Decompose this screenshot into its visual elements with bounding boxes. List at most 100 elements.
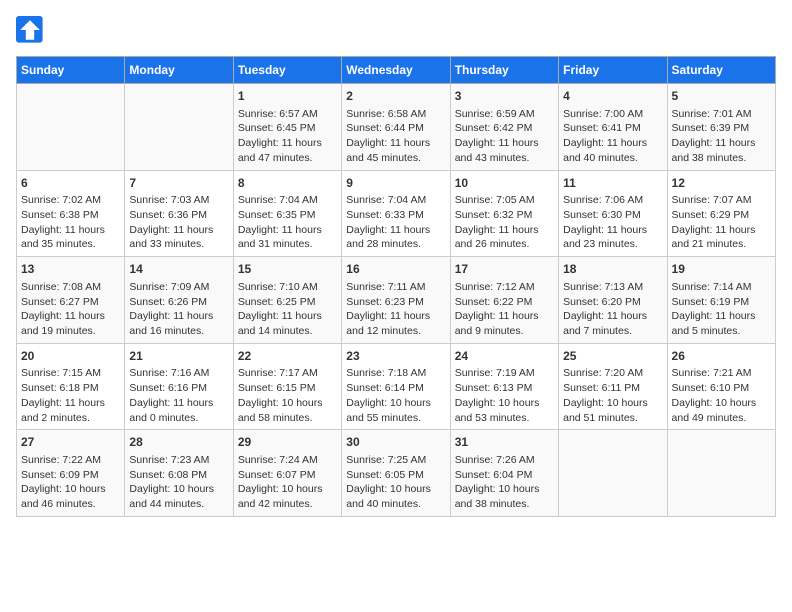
day-number: 28: [129, 434, 228, 451]
day-number: 19: [672, 261, 771, 278]
day-info: Sunrise: 6:59 AM Sunset: 6:42 PM Dayligh…: [455, 107, 554, 166]
day-info: Sunrise: 7:03 AM Sunset: 6:36 PM Dayligh…: [129, 193, 228, 252]
day-info: Sunrise: 7:06 AM Sunset: 6:30 PM Dayligh…: [563, 193, 662, 252]
calendar-cell: 16 Sunrise: 7:11 AM Sunset: 6:23 PM Dayli…: [342, 257, 450, 344]
day-number: 21: [129, 348, 228, 365]
day-number: 22: [238, 348, 337, 365]
day-number: 12: [672, 175, 771, 192]
week-row-4: 20Sunrise: 7:15 AM Sunset: 6:18 PM Dayli…: [17, 343, 776, 430]
day-number: 7: [129, 175, 228, 192]
calendar-cell: 9Sunrise: 7:04 AM Sunset: 6:33 PM Daylig…: [342, 170, 450, 257]
day-info: Sunrise: 7:14 AM Sunset: 6:19 PM Dayligh…: [672, 280, 771, 339]
day-info: Sunrise: 7:17 AM Sunset: 6:15 PM Dayligh…: [238, 366, 337, 425]
day-number: 23: [346, 348, 445, 365]
day-info: Sunrise: 6:58 AM Sunset: 6:44 PM Dayligh…: [346, 107, 445, 166]
calendar-cell: 17 Sunrise: 7:12 AM Sunset: 6:22 PM Dayli…: [450, 257, 558, 344]
calendar-cell: 27 Sunrise: 7:22 AM Sunset: 6:09 PM Dayli…: [17, 430, 125, 517]
calendar-cell: 13 Sunrise: 7:08 AM Sunset: 6:27 PM Dayli…: [17, 257, 125, 344]
day-info: Sunrise: 7:12 AM Sunset: 6:22 PM Dayligh…: [455, 280, 554, 339]
col-header-wednesday: Wednesday: [342, 57, 450, 84]
day-info: Sunrise: 7:15 AM Sunset: 6:18 PM Dayligh…: [21, 366, 120, 425]
day-number: 10: [455, 175, 554, 192]
col-header-friday: Friday: [559, 57, 667, 84]
day-number: 26: [672, 348, 771, 365]
calendar-cell: 19 Sunrise: 7:14 AM Sunset: 6:19 PM Dayli…: [667, 257, 775, 344]
day-number: 18: [563, 261, 662, 278]
calendar-cell: 29 Sunrise: 7:24 AM Sunset: 6:07 PM Dayli…: [233, 430, 341, 517]
day-number: 13: [21, 261, 120, 278]
calendar-cell: [17, 84, 125, 171]
day-number: 11: [563, 175, 662, 192]
day-number: 31: [455, 434, 554, 451]
header-row: SundayMondayTuesdayWednesdayThursdayFrid…: [17, 57, 776, 84]
calendar-cell: 31 Sunrise: 7:26 AM Sunset: 6:04 PM Dayli…: [450, 430, 558, 517]
day-info: Sunrise: 7:04 AM Sunset: 6:33 PM Dayligh…: [346, 193, 445, 252]
logo-icon: [16, 16, 44, 44]
day-info: Sunrise: 7:00 AM Sunset: 6:41 PM Dayligh…: [563, 107, 662, 166]
day-info: Sunrise: 7:23 AM Sunset: 6:08 PM Dayligh…: [129, 453, 228, 512]
day-number: 1: [238, 88, 337, 105]
day-info: Sunrise: 7:26 AM Sunset: 6:04 PM Dayligh…: [455, 453, 554, 512]
day-number: 15: [238, 261, 337, 278]
col-header-saturday: Saturday: [667, 57, 775, 84]
day-info: Sunrise: 7:07 AM Sunset: 6:29 PM Dayligh…: [672, 193, 771, 252]
calendar-cell: 12Sunrise: 7:07 AM Sunset: 6:29 PM Dayli…: [667, 170, 775, 257]
day-info: Sunrise: 7:02 AM Sunset: 6:38 PM Dayligh…: [21, 193, 120, 252]
col-header-tuesday: Tuesday: [233, 57, 341, 84]
day-info: Sunrise: 7:19 AM Sunset: 6:13 PM Dayligh…: [455, 366, 554, 425]
day-info: Sunrise: 7:09 AM Sunset: 6:26 PM Dayligh…: [129, 280, 228, 339]
calendar-cell: [667, 430, 775, 517]
day-info: Sunrise: 7:13 AM Sunset: 6:20 PM Dayligh…: [563, 280, 662, 339]
day-info: Sunrise: 7:10 AM Sunset: 6:25 PM Dayligh…: [238, 280, 337, 339]
calendar-cell: 11Sunrise: 7:06 AM Sunset: 6:30 PM Dayli…: [559, 170, 667, 257]
day-number: 4: [563, 88, 662, 105]
day-info: Sunrise: 7:22 AM Sunset: 6:09 PM Dayligh…: [21, 453, 120, 512]
calendar-cell: 18 Sunrise: 7:13 AM Sunset: 6:20 PM Dayli…: [559, 257, 667, 344]
day-info: Sunrise: 7:24 AM Sunset: 6:07 PM Dayligh…: [238, 453, 337, 512]
day-number: 27: [21, 434, 120, 451]
day-number: 2: [346, 88, 445, 105]
day-info: Sunrise: 7:05 AM Sunset: 6:32 PM Dayligh…: [455, 193, 554, 252]
calendar-cell: 15 Sunrise: 7:10 AM Sunset: 6:25 PM Dayli…: [233, 257, 341, 344]
day-number: 25: [563, 348, 662, 365]
day-number: 30: [346, 434, 445, 451]
day-info: Sunrise: 7:16 AM Sunset: 6:16 PM Dayligh…: [129, 366, 228, 425]
calendar-cell: 28 Sunrise: 7:23 AM Sunset: 6:08 PM Dayli…: [125, 430, 233, 517]
calendar-cell: 7Sunrise: 7:03 AM Sunset: 6:36 PM Daylig…: [125, 170, 233, 257]
calendar-cell: 10Sunrise: 7:05 AM Sunset: 6:32 PM Dayli…: [450, 170, 558, 257]
day-info: Sunrise: 7:11 AM Sunset: 6:23 PM Dayligh…: [346, 280, 445, 339]
day-number: 3: [455, 88, 554, 105]
page-header: [16, 16, 776, 44]
calendar-cell: 3 Sunrise: 6:59 AM Sunset: 6:42 PM Daylig…: [450, 84, 558, 171]
day-info: Sunrise: 7:20 AM Sunset: 6:11 PM Dayligh…: [563, 366, 662, 425]
calendar-cell: 1Sunrise: 6:57 AM Sunset: 6:45 PM Daylig…: [233, 84, 341, 171]
week-row-1: 1Sunrise: 6:57 AM Sunset: 6:45 PM Daylig…: [17, 84, 776, 171]
day-info: Sunrise: 7:04 AM Sunset: 6:35 PM Dayligh…: [238, 193, 337, 252]
day-info: Sunrise: 7:18 AM Sunset: 6:14 PM Dayligh…: [346, 366, 445, 425]
day-number: 17: [455, 261, 554, 278]
calendar-cell: 25Sunrise: 7:20 AM Sunset: 6:11 PM Dayli…: [559, 343, 667, 430]
day-info: Sunrise: 7:08 AM Sunset: 6:27 PM Dayligh…: [21, 280, 120, 339]
calendar-cell: 23Sunrise: 7:18 AM Sunset: 6:14 PM Dayli…: [342, 343, 450, 430]
day-number: 9: [346, 175, 445, 192]
day-number: 8: [238, 175, 337, 192]
day-info: Sunrise: 7:25 AM Sunset: 6:05 PM Dayligh…: [346, 453, 445, 512]
day-number: 6: [21, 175, 120, 192]
col-header-monday: Monday: [125, 57, 233, 84]
calendar-table: SundayMondayTuesdayWednesdayThursdayFrid…: [16, 56, 776, 517]
day-number: 24: [455, 348, 554, 365]
calendar-cell: [125, 84, 233, 171]
logo: [16, 16, 46, 44]
calendar-cell: 5Sunrise: 7:01 AM Sunset: 6:39 PM Daylig…: [667, 84, 775, 171]
col-header-thursday: Thursday: [450, 57, 558, 84]
calendar-cell: 2 Sunrise: 6:58 AM Sunset: 6:44 PM Daylig…: [342, 84, 450, 171]
week-row-2: 6Sunrise: 7:02 AM Sunset: 6:38 PM Daylig…: [17, 170, 776, 257]
calendar-cell: 6Sunrise: 7:02 AM Sunset: 6:38 PM Daylig…: [17, 170, 125, 257]
day-number: 16: [346, 261, 445, 278]
calendar-cell: 21Sunrise: 7:16 AM Sunset: 6:16 PM Dayli…: [125, 343, 233, 430]
calendar-cell: 30 Sunrise: 7:25 AM Sunset: 6:05 PM Dayli…: [342, 430, 450, 517]
day-number: 29: [238, 434, 337, 451]
calendar-cell: 22Sunrise: 7:17 AM Sunset: 6:15 PM Dayli…: [233, 343, 341, 430]
day-number: 5: [672, 88, 771, 105]
day-info: Sunrise: 7:21 AM Sunset: 6:10 PM Dayligh…: [672, 366, 771, 425]
